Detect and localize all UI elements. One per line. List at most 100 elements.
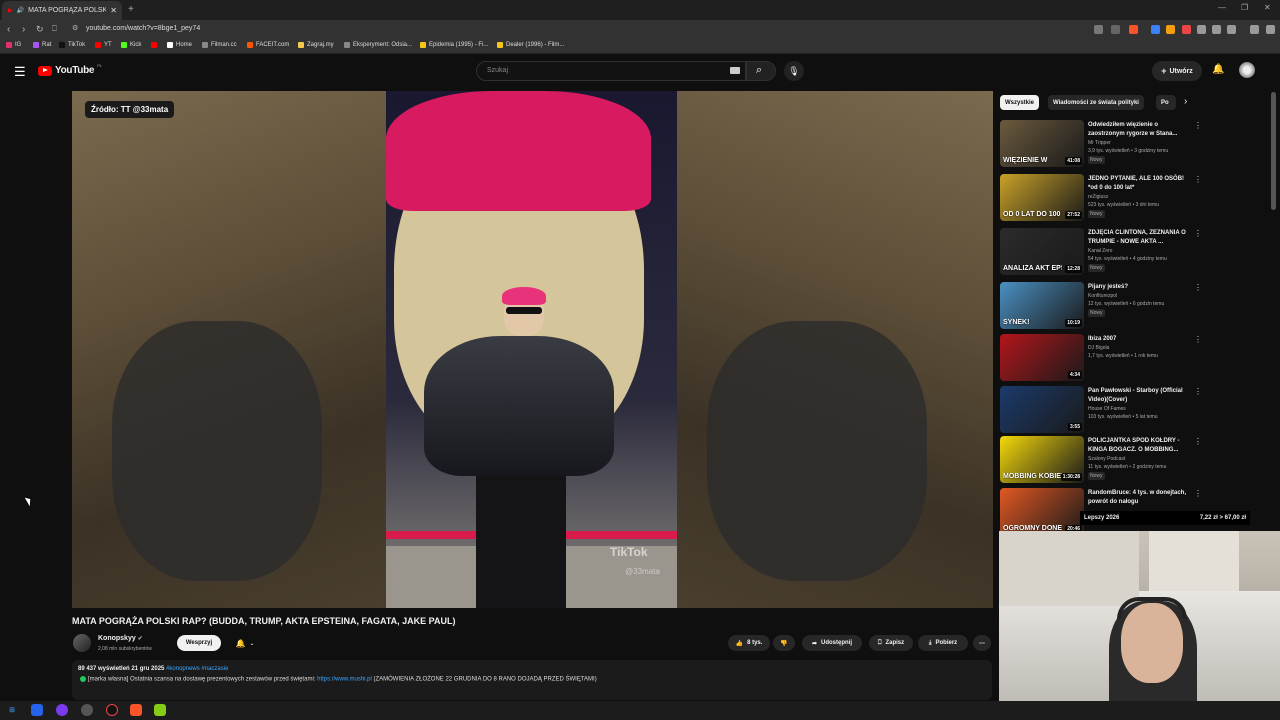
close-tab-icon[interactable]: ✕ — [110, 6, 117, 15]
recommended-video-title[interactable]: POLICJANTKA SPOD KOŁDRY - KINGA BOGACZ. … — [1088, 437, 1190, 455]
voice-search-button[interactable]: 🎙 — [784, 61, 804, 81]
extension-icon[interactable] — [1151, 25, 1160, 34]
brave-shield-icon[interactable] — [1129, 25, 1138, 34]
chip-politics[interactable]: Wiadomości ze świata polityki — [1048, 95, 1144, 110]
hashtags[interactable]: #konopnews #naczasie — [166, 666, 228, 672]
recommended-video-title[interactable]: Ibiza 2007 — [1088, 335, 1190, 344]
bookmark-icon[interactable]: ⎕ — [52, 24, 57, 34]
recommended-channel-name[interactable]: Mr Tripper — [1088, 140, 1111, 146]
support-button[interactable]: Wesprzyj — [177, 635, 221, 651]
recommended-channel-name[interactable]: Kanał Zero — [1088, 248, 1112, 254]
bookmark-item[interactable]: YT — [95, 42, 112, 48]
brave-browser-icon[interactable] — [130, 704, 142, 716]
more-vertical-icon[interactable]: ⋮ — [1194, 437, 1202, 446]
save-button[interactable]: ⎕ Zapisz — [869, 635, 913, 651]
create-button[interactable]: + Utwórz — [1152, 61, 1202, 81]
video-thumbnail[interactable]: OGROMNY DONEJ 20:46 — [1000, 488, 1084, 535]
recommended-video-title[interactable]: RandomBruce: 4 tys. w donejtach, powrót … — [1088, 489, 1190, 507]
extension-icon[interactable] — [1182, 25, 1191, 34]
bookmark-item[interactable]: TikTok — [59, 42, 85, 48]
recommended-video-title[interactable]: Odwiedziłem więzienie o zaostrzonym rygo… — [1088, 121, 1190, 139]
search-input[interactable]: Szukaj — [476, 61, 746, 81]
playlist-icon[interactable] — [1250, 25, 1259, 34]
link-icon[interactable] — [1227, 25, 1236, 34]
site-info-icon[interactable]: ⚙ — [72, 24, 78, 32]
search-button[interactable]: ⌕ — [746, 61, 776, 81]
browser-menu-icon[interactable] — [1266, 25, 1275, 34]
bookmark-item[interactable] — [151, 42, 160, 48]
more-vertical-icon[interactable]: ⋮ — [1194, 175, 1202, 184]
description-link[interactable]: https://www.mushi.pl — [317, 677, 372, 683]
recommended-video-title[interactable]: ZDJĘCIA CLINTONA, ZEZNANIA O TRUMPIE - N… — [1088, 229, 1190, 247]
chip-all[interactable]: Wszystkie — [1000, 95, 1040, 110]
new-tab-button[interactable]: + — [128, 4, 134, 15]
like-button[interactable]: 👍 8 tys. — [728, 635, 770, 651]
bookmark-item[interactable]: Rat — [33, 42, 51, 48]
video-thumbnail[interactable]: 3:55 — [1000, 386, 1084, 433]
video-thumbnail[interactable]: SYNEK! 10:19 — [1000, 282, 1084, 329]
video-thumbnail[interactable]: WIĘZIENIE W 41:08 — [1000, 120, 1084, 167]
video-player[interactable]: TikTok @33mata — [72, 91, 993, 608]
close-window-icon[interactable]: ✕ — [1264, 3, 1271, 12]
bookmark-item[interactable]: Home — [167, 42, 192, 48]
more-vertical-icon[interactable]: ⋮ — [1194, 489, 1202, 498]
more-vertical-icon[interactable]: ⋮ — [1194, 121, 1202, 130]
forward-icon[interactable]: › — [22, 24, 25, 35]
cast-icon[interactable] — [1094, 25, 1103, 34]
video-thumbnail[interactable]: 4:34 — [1000, 334, 1084, 381]
reload-icon[interactable]: ↻ — [36, 24, 44, 35]
back-icon[interactable]: ‹ — [7, 24, 10, 35]
chevron-right-icon[interactable]: › — [1184, 96, 1187, 107]
recommended-channel-name[interactable]: House Of Fames — [1088, 406, 1126, 412]
hamburger-menu-icon[interactable]: ☰ — [14, 64, 26, 80]
bookmark-item[interactable]: Dealer (1996) - Film... — [497, 42, 564, 48]
extensions-icon[interactable] — [1197, 25, 1206, 34]
recommended-video-title[interactable]: Pijany jesteś? — [1088, 283, 1190, 292]
taskbar-app-icon[interactable] — [56, 704, 68, 716]
browser-tab[interactable]: ▶ 🔊 MATA POGRĄŻA POLSKI RAP ✕ — [2, 1, 122, 20]
bookmark-item[interactable]: IG — [6, 42, 21, 48]
recommended-channel-name[interactable]: Szalony Podcast — [1088, 456, 1125, 462]
recommended-video-title[interactable]: Pan Pawłowski - Starboy (Official Video)… — [1088, 387, 1190, 405]
bookmark-item[interactable]: Epidemia (1995) - Fi... — [420, 42, 488, 48]
avatar[interactable] — [1239, 62, 1255, 78]
url-field[interactable]: youtube.com/watch?v=8bge1_pey74 — [86, 25, 200, 32]
taskbar-app-icon[interactable] — [106, 704, 118, 716]
share-button[interactable]: ➦ Udostępnij — [802, 635, 862, 651]
extension-icon[interactable] — [1166, 25, 1175, 34]
more-vertical-icon[interactable]: ⋮ — [1194, 387, 1202, 396]
maximize-icon[interactable]: ❐ — [1241, 3, 1248, 12]
chip-more[interactable]: Po — [1156, 95, 1176, 110]
scrollbar[interactable] — [1271, 92, 1276, 210]
more-vertical-icon[interactable]: ⋮ — [1194, 283, 1202, 292]
recommended-video-title[interactable]: JEDNO PYTANIE, ALE 100 OSÓB! *od 0 do 10… — [1088, 175, 1190, 193]
recommended-channel-name[interactable]: DJ Bigola — [1088, 345, 1109, 351]
bookmark-item[interactable]: Zagraj.my — [298, 42, 334, 48]
youtube-logo[interactable]: YouTube PL — [38, 63, 102, 76]
bookmark-item[interactable]: Filman.cc — [202, 42, 237, 48]
keyboard-icon[interactable] — [730, 67, 740, 74]
channel-avatar[interactable] — [73, 634, 91, 652]
video-thumbnail[interactable]: ANALIZA AKT EPSTEINA12:28 — [1000, 228, 1084, 275]
download-button[interactable]: ⤓ Pobierz — [918, 635, 968, 651]
notifications-bell-icon[interactable]: 🔔 — [1212, 64, 1224, 75]
bookmark-item[interactable]: FACEIT.com — [247, 42, 289, 48]
video-thumbnail[interactable]: MOBBING KOBIET W POLIC1:30:28 — [1000, 436, 1084, 483]
channel-name[interactable]: Konopskyy ✔ — [98, 635, 143, 642]
recommended-channel-name[interactable]: reZigiusz — [1088, 194, 1108, 200]
video-thumbnail[interactable]: OD 0 LAT DO 100 LAT27:52 — [1000, 174, 1084, 221]
audio-icon[interactable]: 🔊 — [17, 7, 24, 14]
dislike-button[interactable]: 👎 — [773, 635, 795, 651]
more-actions-button[interactable]: ⋯ — [973, 635, 991, 651]
bookmark-item[interactable]: Kick — [121, 42, 141, 48]
downloads-icon[interactable] — [1212, 25, 1221, 34]
taskbar-app-icon[interactable] — [154, 704, 166, 716]
recommended-channel-name[interactable]: Konfiturezpol — [1088, 293, 1117, 299]
more-vertical-icon[interactable]: ⋮ — [1194, 229, 1202, 238]
share-icon[interactable] — [1111, 25, 1120, 34]
taskbar-app-icon[interactable] — [31, 704, 43, 716]
subscription-bell-button[interactable]: 🔔 ⌄ — [229, 635, 261, 651]
more-vertical-icon[interactable]: ⋮ — [1194, 335, 1202, 344]
windows-start-icon[interactable]: ⊞ — [6, 704, 18, 716]
taskbar-app-icon[interactable] — [81, 704, 93, 716]
